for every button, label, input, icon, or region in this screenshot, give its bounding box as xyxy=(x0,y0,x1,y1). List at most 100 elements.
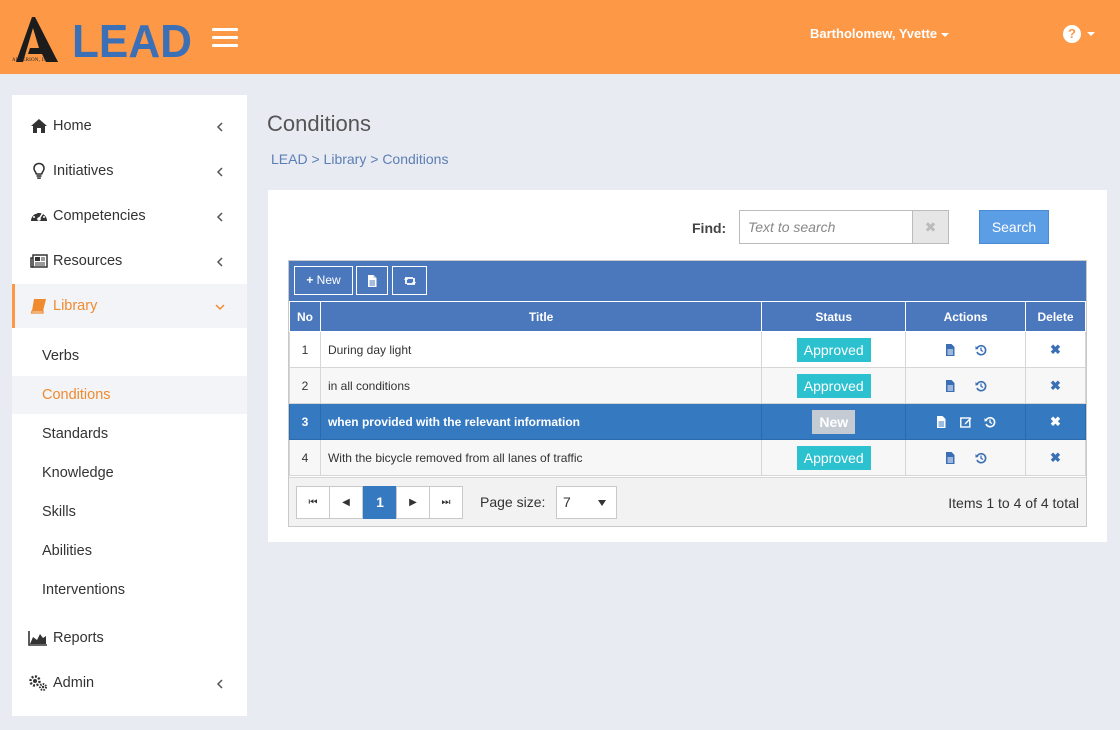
sidebar-item-label: Competencies xyxy=(53,208,146,224)
sidebar-item-home[interactable]: Home xyxy=(12,104,247,148)
sidebar-subitem-label: Conditions xyxy=(42,387,111,403)
view-file-icon[interactable] xyxy=(935,416,947,429)
question-circle-icon: ? xyxy=(1063,25,1081,43)
sidebar-item-reports[interactable]: Reports xyxy=(12,616,247,660)
sidebar-subitem-label: Abilities xyxy=(42,543,92,559)
user-name: Bartholomew, Yvette xyxy=(810,26,938,41)
first-page-icon: ⏮ xyxy=(308,497,318,508)
sidebar-subitem-skills[interactable]: Skills xyxy=(12,493,247,531)
sidebar-item-label: Library xyxy=(53,298,98,314)
row-actions-cell xyxy=(905,367,1027,404)
view-file-icon[interactable] xyxy=(944,452,956,465)
table-row[interactable]: 2 in all conditions Approved ✖ xyxy=(289,367,1086,404)
view-file-icon[interactable] xyxy=(944,344,956,357)
column-header-title[interactable]: Title xyxy=(319,301,763,332)
prev-page-button[interactable]: ◀ xyxy=(329,486,363,519)
delete-icon[interactable]: ✖ xyxy=(1050,378,1061,394)
sidebar-item-competencies[interactable]: Competencies xyxy=(12,194,247,238)
chevron-left-icon xyxy=(216,679,223,689)
sidebar-subitem-label: Knowledge xyxy=(42,465,114,481)
table-header-row: No Title Status Actions Delete xyxy=(289,301,1086,332)
status-badge: Approved xyxy=(796,373,871,398)
history-icon[interactable] xyxy=(984,416,996,428)
status-badge: New xyxy=(812,409,856,434)
sidebar: Home Initiatives Competencies Resources … xyxy=(12,95,247,716)
last-page-button[interactable]: ⏭ xyxy=(429,486,463,519)
content-panel: Find: ✖ Search + New No Title Status Act… xyxy=(268,190,1107,542)
view-file-icon[interactable] xyxy=(944,380,956,393)
sidebar-subitem-interventions[interactable]: Interventions xyxy=(12,571,247,609)
user-menu[interactable]: Bartholomew, Yvette xyxy=(810,26,950,41)
lightbulb-icon xyxy=(33,162,45,179)
sidebar-item-library[interactable]: Library xyxy=(12,284,247,328)
chevron-down-icon xyxy=(215,304,225,311)
sidebar-item-label: Reports xyxy=(53,630,104,646)
column-header-status[interactable]: Status xyxy=(761,301,907,332)
sidebar-subitem-abilities[interactable]: Abilities xyxy=(12,532,247,570)
caret-down-icon xyxy=(1087,32,1095,36)
delete-icon[interactable]: ✖ xyxy=(1050,414,1061,430)
edit-icon[interactable] xyxy=(959,416,972,429)
logo-subtext: AIMERION, INC xyxy=(12,58,51,63)
refresh-button[interactable] xyxy=(392,266,427,295)
hamburger-line xyxy=(212,28,238,31)
breadcrumb-library-link[interactable]: Library xyxy=(324,151,367,167)
clear-icon: ✖ xyxy=(924,219,937,235)
items-info: Items 1 to 4 of 4 total xyxy=(948,495,1079,511)
table-row-selected[interactable]: 3 when provided with the relevant inform… xyxy=(289,403,1086,440)
chevron-left-icon xyxy=(216,122,223,132)
row-delete-cell: ✖ xyxy=(1025,439,1086,476)
history-icon[interactable] xyxy=(975,380,987,392)
retweet-icon xyxy=(403,276,416,285)
sidebar-item-admin[interactable]: Admin xyxy=(12,661,247,705)
pager: ⏮ ◀ 1 ▶ ⏭ Page size: 7 Items 1 to 4 of 4… xyxy=(289,477,1086,526)
sidebar-subitem-knowledge[interactable]: Knowledge xyxy=(12,454,247,492)
chevron-left-icon xyxy=(216,212,223,222)
page-size-select[interactable]: 7 xyxy=(556,486,617,519)
column-header-no[interactable]: No xyxy=(289,301,321,332)
lead-logo[interactable]: LEAD xyxy=(72,19,194,61)
table-row[interactable]: 1 During day light Approved ✖ xyxy=(289,331,1086,368)
grid-toolbar: + New xyxy=(289,261,1086,301)
status-badge: Approved xyxy=(796,337,871,362)
sidebar-subitem-conditions[interactable]: Conditions xyxy=(12,376,247,414)
hamburger-line xyxy=(212,36,238,39)
row-number: 1 xyxy=(289,331,321,368)
sidebar-subitem-standards[interactable]: Standards xyxy=(12,415,247,453)
menu-toggle-button[interactable] xyxy=(212,28,238,48)
history-icon[interactable] xyxy=(975,344,987,356)
plus-icon: + xyxy=(306,273,314,287)
next-page-button[interactable]: ▶ xyxy=(396,486,430,519)
breadcrumb-separator: > xyxy=(370,151,379,167)
sidebar-subitem-verbs[interactable]: Verbs xyxy=(12,337,247,375)
breadcrumb-conditions-link[interactable]: Conditions xyxy=(382,151,448,167)
sidebar-item-label: Resources xyxy=(53,253,123,269)
row-actions-cell xyxy=(905,331,1027,368)
caret-down-icon xyxy=(598,500,606,506)
file-icon xyxy=(368,274,377,287)
row-title: in all conditions xyxy=(319,367,763,404)
find-label: Find: xyxy=(692,220,727,236)
first-page-button[interactable]: ⏮ xyxy=(296,486,330,519)
help-menu[interactable]: ? xyxy=(1063,25,1095,43)
page-button-current[interactable]: 1 xyxy=(363,486,397,519)
history-icon[interactable] xyxy=(975,452,987,464)
sidebar-item-initiatives[interactable]: Initiatives xyxy=(12,149,247,193)
new-button[interactable]: + New xyxy=(294,266,353,295)
delete-icon[interactable]: ✖ xyxy=(1050,342,1061,358)
search-button[interactable]: Search xyxy=(979,210,1049,244)
breadcrumb-lead-link[interactable]: LEAD xyxy=(271,151,308,167)
export-button[interactable] xyxy=(356,266,388,295)
page-size-label: Page size: xyxy=(480,494,546,510)
table-row[interactable]: 4 With the bicycle removed from all lane… xyxy=(289,439,1086,476)
sidebar-item-label: Home xyxy=(53,118,92,134)
breadcrumb: LEAD > Library > Conditions xyxy=(271,151,448,167)
delete-icon[interactable]: ✖ xyxy=(1050,450,1061,466)
conditions-table: No Title Status Actions Delete 1 During … xyxy=(289,301,1086,476)
sidebar-subitem-label: Interventions xyxy=(42,582,126,598)
sidebar-item-resources[interactable]: Resources xyxy=(12,239,247,283)
last-page-icon: ⏭ xyxy=(441,497,451,508)
clear-search-button[interactable]: ✖ xyxy=(913,210,949,244)
row-actions-cell xyxy=(905,403,1027,440)
search-input[interactable] xyxy=(739,210,913,244)
